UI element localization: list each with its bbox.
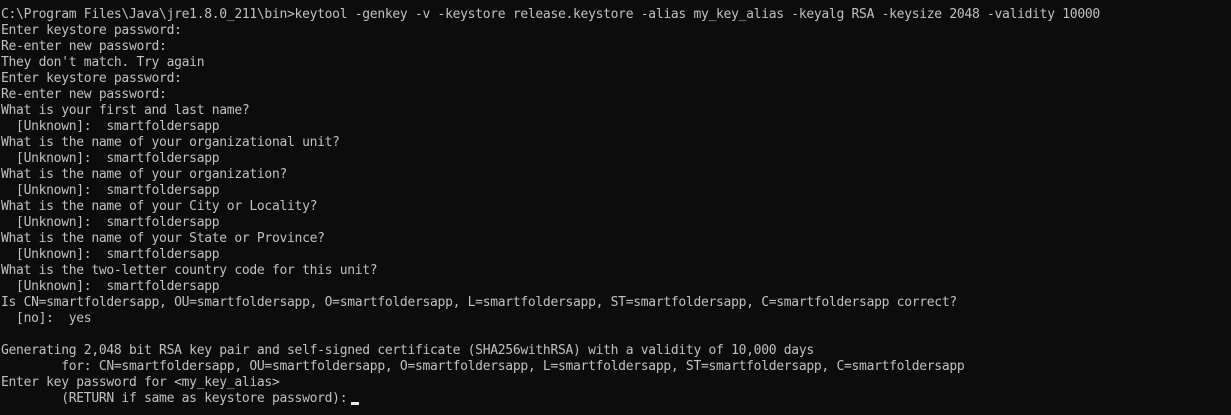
current-input-line[interactable]: (RETURN if same as keystore password): — [1, 391, 1229, 407]
confirm-question: Is CN=smartfoldersapp, OU=smartfoldersap… — [1, 295, 957, 310]
prompt-keystore-password: Enter keystore password: — [1, 71, 182, 86]
prompt-key-password-hint: (RETURN if same as keystore password): — [1, 391, 348, 406]
question-name: What is your first and last name? — [1, 103, 250, 118]
prompt-reenter-password: Re-enter new password: — [1, 39, 167, 54]
question-city: What is the name of your City or Localit… — [1, 199, 318, 214]
answer-city: [Unknown]: smartfoldersapp — [1, 215, 220, 230]
prompt-key-password: Enter key password for <my_key_alias> — [1, 375, 280, 390]
answer-state: [Unknown]: smartfoldersapp — [1, 247, 220, 262]
question-org-unit: What is the name of your organizational … — [1, 135, 340, 150]
answer-org-unit: [Unknown]: smartfoldersapp — [1, 151, 220, 166]
generating-message: Generating 2,048 bit RSA key pair and se… — [1, 343, 814, 358]
answer-name: [Unknown]: smartfoldersapp — [1, 119, 220, 134]
prompt-keystore-password: Enter keystore password: — [1, 23, 182, 38]
answer-country: [Unknown]: smartfoldersapp — [1, 279, 220, 294]
error-message: They don't match. Try again — [1, 55, 205, 70]
command-line: C:\Program Files\Java\jre1.8.0_211\bin>k… — [1, 7, 1100, 22]
confirm-answer: [no]: yes — [1, 311, 92, 326]
terminal-output[interactable]: C:\Program Files\Java\jre1.8.0_211\bin>k… — [1, 7, 1229, 407]
generating-subject: for: CN=smartfoldersapp, OU=smartfolders… — [1, 359, 965, 374]
question-organization: What is the name of your organization? — [1, 167, 288, 182]
question-country: What is the two-letter country code for … — [1, 263, 378, 278]
question-state: What is the name of your State or Provin… — [1, 231, 325, 246]
prompt-reenter-password: Re-enter new password: — [1, 87, 167, 102]
text-cursor — [351, 402, 360, 405]
answer-organization: [Unknown]: smartfoldersapp — [1, 183, 220, 198]
